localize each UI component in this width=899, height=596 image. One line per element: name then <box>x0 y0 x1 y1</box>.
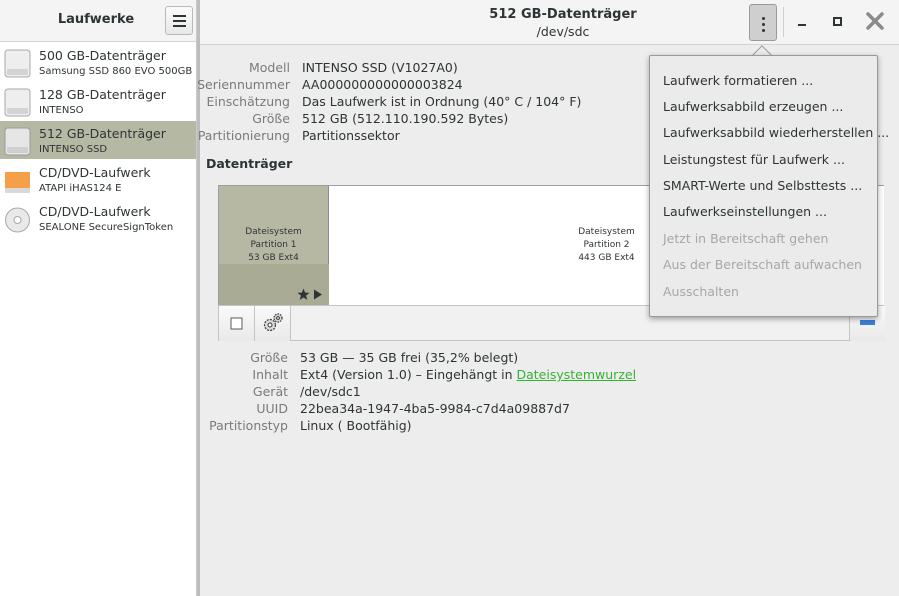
partition-type-value: Linux ( Bootfähig) <box>300 418 412 433</box>
menu-item-format-disk[interactable]: Laufwerk formatieren ... <box>663 73 813 88</box>
partition-type-label: Partitionstyp <box>209 418 288 433</box>
minus-icon <box>860 320 875 325</box>
serial-value: AA000000000000003824 <box>302 77 463 92</box>
drive-item-cd-dvd-2[interactable]: CD/DVD-Laufwerk SEALONE SecureSignToken <box>0 199 196 238</box>
drive-name: 128 GB-Datenträger <box>39 87 166 102</box>
drives-sidebar: Laufwerke 500 GB-Datenträger Samsung SSD… <box>0 0 197 596</box>
menu-item-standby-now: Jetzt in Bereitschaft gehen <box>663 231 829 246</box>
maximize-icon[interactable] <box>826 10 848 32</box>
app-menu-button[interactable] <box>165 6 193 35</box>
model-label: Modell <box>248 60 290 75</box>
drive-item-cd-dvd-1[interactable]: CD/DVD-Laufwerk ATAPI iHAS124 E <box>0 160 196 199</box>
close-icon[interactable] <box>863 9 887 33</box>
assessment-label: Einschätzung <box>206 94 290 109</box>
content-label: Inhalt <box>252 367 288 382</box>
header-separator <box>783 7 784 37</box>
uuid-label: UUID <box>256 401 288 416</box>
mount-point-link[interactable]: Dateisystemwurzel <box>517 367 637 382</box>
menu-item-benchmark[interactable]: Leistungstest für Laufwerk ... <box>663 152 845 167</box>
drive-menu-button[interactable] <box>749 4 777 41</box>
drive-item-512gb[interactable]: 512 GB-Datenträger INTENSO SSD <box>0 121 196 159</box>
mounted-star-play-icon <box>297 288 322 300</box>
drive-item-128gb[interactable]: 128 GB-Datenträger INTENSO <box>0 82 196 121</box>
device-value: /dev/sdc1 <box>300 384 361 399</box>
size-value: 512 GB (512.110.190.592 Bytes) <box>302 111 509 126</box>
drive-model: INTENSO SSD <box>39 144 108 155</box>
partition-size-label: Größe <box>250 350 288 365</box>
menu-item-power-off: Ausschalten <box>663 284 739 299</box>
partition-1-name: Partition 1 <box>250 240 297 250</box>
kebab-icon-dot <box>762 23 765 26</box>
menu-item-smart[interactable]: SMART-Werte und Selbsttests ... <box>663 178 862 193</box>
hamburger-icon <box>173 15 186 17</box>
partition-size-value: 53 GB — 35 GB frei (35,2% belegt) <box>300 350 519 365</box>
drive-popover-menu: Laufwerk formatieren ... Laufwerksabbild… <box>649 55 889 317</box>
drive-name: CD/DVD-Laufwerk <box>39 204 151 219</box>
stop-button[interactable] <box>219 306 255 341</box>
model-value: INTENSO SSD (V1027A0) <box>302 60 458 75</box>
sidebar-title: Laufwerke <box>57 12 135 27</box>
gears-icon <box>263 313 283 332</box>
kebab-icon <box>762 17 765 20</box>
content-text: Ext4 (Version 1.0) – Eingehängt in <box>300 367 517 382</box>
header-bar: 512 GB-Datenträger /dev/sdc <box>200 0 899 45</box>
hamburger-icon-line <box>173 25 186 27</box>
kebab-icon-dot <box>762 29 765 32</box>
settings-button[interactable] <box>255 306 291 341</box>
drive-name: CD/DVD-Laufwerk <box>39 165 151 180</box>
hard-disk-icon <box>4 127 31 156</box>
partition-1-block[interactable]: Dateisystem Partition 1 53 GB Ext4 <box>219 186 329 305</box>
drive-model: INTENSO <box>39 105 84 116</box>
partition-1-size: 53 GB Ext4 <box>248 253 299 263</box>
partitioning-value: Partitionssektor <box>302 128 400 143</box>
optical-disc-icon <box>5 207 30 233</box>
hard-disk-icon <box>4 49 31 78</box>
menu-item-restore-image[interactable]: Laufwerksabbild wiederherstellen ... <box>663 125 889 140</box>
stop-icon <box>230 317 243 330</box>
partition-1-type: Dateisystem <box>245 227 302 237</box>
drive-model: SEALONE SecureSignToken <box>39 222 174 233</box>
minimize-icon[interactable] <box>792 10 814 32</box>
hamburger-icon-line <box>173 20 186 22</box>
device-label: Gerät <box>252 384 288 399</box>
optical-drive-icon <box>5 172 30 193</box>
menu-item-create-image[interactable]: Laufwerksabbild erzeugen ... <box>663 99 843 114</box>
drive-name: 512 GB-Datenträger <box>39 126 166 141</box>
serial-label: Seriennummer <box>197 77 290 92</box>
hard-disk-icon <box>4 88 31 117</box>
drive-item-500gb[interactable]: 500 GB-Datenträger Samsung SSD 860 EVO 5… <box>0 43 196 82</box>
menu-item-drive-settings[interactable]: Laufwerkseinstellungen ... <box>663 204 827 219</box>
drive-name: 500 GB-Datenträger <box>39 48 166 63</box>
drive-model: Samsung SSD 860 EVO 500GB <box>39 66 193 77</box>
menu-item-wake-up: Aus der Bereitschaft aufwachen <box>663 257 862 272</box>
volumes-heading: Datenträger <box>206 156 293 171</box>
content-value: Ext4 (Version 1.0) – Eingehängt in Datei… <box>300 367 636 382</box>
sidebar-header: Laufwerke <box>0 0 196 42</box>
assessment-value: Das Laufwerk ist in Ordnung (40° C / 104… <box>302 94 582 109</box>
partitioning-label: Partitionierung <box>197 128 290 143</box>
drive-model: ATAPI iHAS124 E <box>39 183 122 194</box>
size-label: Größe <box>252 111 290 126</box>
uuid-value: 22bea34a-1947-4ba5-9984-c7d4a09887d7 <box>300 401 570 416</box>
